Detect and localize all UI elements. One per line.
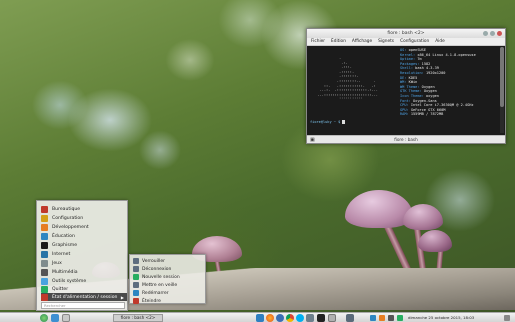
games-icon [41, 259, 48, 267]
terminal-window[interactable]: fiore : bash <2> Fichier Édition Afficha… [306, 28, 506, 144]
power-icon [41, 293, 48, 301]
minimize-button[interactable] [483, 31, 488, 36]
submenu-item-sleep[interactable]: Mettre en veille [133, 281, 205, 289]
dolphin-icon[interactable] [256, 314, 264, 322]
menu-item-internet[interactable]: Internet [41, 250, 127, 258]
taskbar-clock[interactable]: dimanche 25 octobre 2015, 18:03 [408, 314, 474, 322]
chevron-right-icon: ▶ [120, 294, 124, 300]
distro-ascii-logo: . .:. .:::. .:::::. .:::::::. .::::::::.… [317, 56, 378, 102]
tray-battery-icon[interactable] [397, 315, 403, 321]
terminal-output[interactable]: . .:. .:::. .:::::. .:::::::. .::::::::.… [307, 46, 505, 135]
lock-icon [133, 258, 139, 264]
menu-item-games[interactable]: Jeux [41, 259, 127, 267]
text-cursor [342, 120, 346, 124]
internet-icon [41, 250, 48, 258]
submenu-item-new-session[interactable]: Nouvelle session [133, 273, 205, 281]
mushroom-cap [403, 204, 443, 230]
submenu-item-lock[interactable]: Verrouiller [133, 257, 205, 265]
menu-search-input[interactable]: Rechercher [41, 302, 125, 309]
terminal-tab[interactable]: fiore : bash [394, 137, 418, 142]
education-icon [41, 232, 48, 240]
shell-prompt: fiore@luky ~ $ [310, 120, 346, 125]
new-session-icon [133, 274, 139, 280]
menu-configuration[interactable]: Configuration [400, 38, 429, 45]
restart-icon [133, 290, 139, 296]
terminal-scrollbar[interactable] [500, 47, 504, 133]
terminal-titlebar[interactable]: fiore : bash <2> [307, 29, 505, 38]
chrome-icon[interactable] [286, 314, 294, 322]
desktop-toolbox-icon[interactable] [504, 315, 510, 321]
menu-item-development[interactable]: Développement [41, 223, 127, 231]
multimedia-icon [41, 268, 48, 276]
menu-edition[interactable]: Édition [331, 38, 346, 45]
desktop: fiore : bash <2> Fichier Édition Afficha… [0, 0, 515, 322]
info-row: RAM: 1559MB / 7872MB [400, 112, 444, 117]
quit-icon [41, 285, 48, 293]
tray-network-icon[interactable] [370, 315, 376, 321]
firefox-icon[interactable] [266, 314, 274, 322]
system-tools-icon [41, 277, 48, 285]
terminal-menubar: Fichier Édition Affichage Signets Config… [307, 38, 505, 46]
taskbar-terminal-button[interactable]: fiore : bash <2> [113, 314, 163, 322]
menu-item-quit[interactable]: Quitter [41, 285, 127, 293]
logout-icon [133, 266, 139, 272]
tray-clipboard-icon[interactable] [379, 315, 385, 321]
scrollbar-thumb[interactable] [500, 47, 504, 107]
menu-item-settings[interactable]: Configuration [41, 214, 127, 222]
taskbar: fiore : bash <2> dimanche 25 octobre 201… [0, 312, 515, 322]
menu-item-system-tools[interactable]: Outils système [41, 277, 127, 285]
menu-item-graphics[interactable]: Graphisme [41, 241, 127, 249]
menu-item-office[interactable]: Bureautique [41, 205, 127, 213]
mushroom-cap [418, 230, 452, 252]
window-title: fiore : bash <2> [387, 31, 425, 36]
menu-aide[interactable]: Aide [435, 38, 445, 45]
system-settings-icon[interactable] [306, 314, 314, 322]
close-button[interactable] [497, 31, 502, 36]
shutdown-icon [133, 298, 139, 304]
terminal-icon[interactable] [317, 314, 325, 322]
menu-fichier[interactable]: Fichier [311, 38, 325, 45]
okular-icon[interactable] [346, 314, 354, 322]
file-manager-icon[interactable] [51, 314, 59, 322]
menu-item-power-session[interactable]: État d'alimentation / session ▶ [41, 293, 127, 301]
menu-item-education[interactable]: Éducation [41, 232, 127, 240]
submenu-item-logout[interactable]: Déconnexion [133, 265, 205, 273]
sleep-icon [133, 282, 139, 288]
settings-icon [41, 214, 48, 222]
skype-icon[interactable] [296, 314, 304, 322]
thunderbird-icon[interactable] [276, 314, 284, 322]
app-launcher-icon[interactable] [40, 314, 48, 322]
new-tab-icon[interactable]: ▣ [310, 136, 315, 144]
application-menu: Bureautique Configuration Développement … [36, 200, 128, 311]
desktop-pager-icon[interactable] [62, 314, 70, 322]
office-icon [41, 205, 48, 213]
system-info: OS: openSUSE Kernel: x86_64 Linux 4.1.8-… [400, 48, 500, 117]
tray-volume-icon[interactable] [388, 315, 394, 321]
submenu-item-restart[interactable]: Redémarrer [133, 289, 205, 297]
submenu-item-shutdown[interactable]: Éteindre [133, 297, 205, 305]
terminal-tabbar: ▣ fiore : bash [307, 135, 505, 143]
development-icon [41, 223, 48, 231]
graphics-icon [41, 241, 48, 249]
menu-signets[interactable]: Signets [378, 38, 394, 45]
kate-icon[interactable] [328, 314, 336, 322]
menu-item-multimedia[interactable]: Multimédia [41, 268, 127, 276]
maximize-button[interactable] [490, 31, 495, 36]
power-session-submenu: Verrouiller Déconnexion Nouvelle session… [129, 254, 206, 304]
menu-affichage[interactable]: Affichage [352, 38, 372, 45]
